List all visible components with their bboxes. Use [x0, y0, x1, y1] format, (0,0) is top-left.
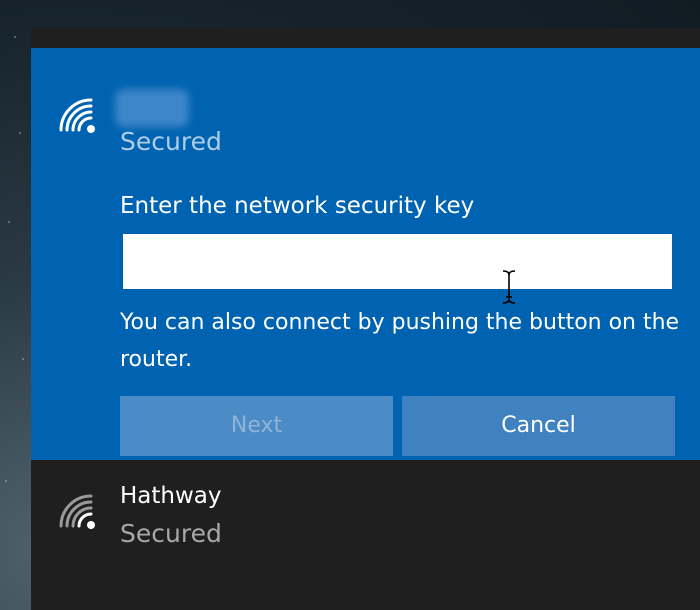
text-cursor-icon: [502, 270, 516, 304]
wps-hint-text: You can also connect by pushing the butt…: [120, 310, 680, 372]
network-name: Hathway: [120, 483, 222, 509]
wifi-signal-icon: [59, 494, 95, 529]
background-star: [8, 221, 10, 223]
network-status: Secured: [120, 519, 222, 548]
wifi-signal-icon: [59, 98, 95, 133]
background-star: [19, 132, 21, 134]
next-button[interactable]: Next: [120, 396, 393, 456]
network-name-redacted: [115, 89, 189, 127]
network-status: Secured: [120, 127, 222, 156]
flyout-top-strip: [31, 28, 700, 48]
background-star: [22, 358, 24, 360]
security-key-label: Enter the network security key: [120, 193, 475, 219]
network-flyout: Secured Enter the network security key Y…: [31, 28, 700, 610]
background-star: [5, 480, 7, 482]
cancel-button[interactable]: Cancel: [402, 396, 675, 456]
background-star: [14, 36, 16, 38]
security-key-input[interactable]: [123, 234, 672, 289]
selected-network-panel: Secured Enter the network security key Y…: [31, 48, 700, 460]
